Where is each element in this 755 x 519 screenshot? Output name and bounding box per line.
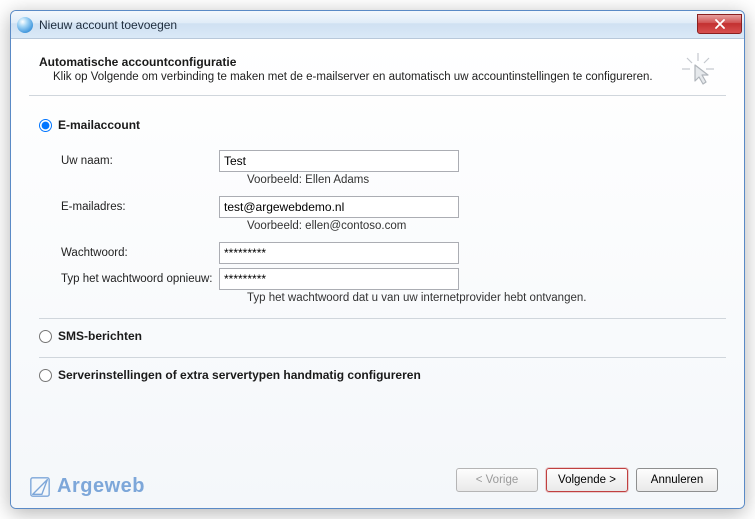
password-hint: Typ het wachtwoord dat u van uw internet… — [39, 292, 726, 304]
header-block: Automatische accountconfiguratie Klik op… — [29, 49, 726, 96]
divider — [39, 318, 726, 319]
email-input[interactable] — [219, 196, 459, 218]
content-area: Automatische accountconfiguratie Klik op… — [11, 39, 744, 508]
email-label: E-mailadres: — [39, 201, 219, 213]
close-button[interactable] — [697, 14, 742, 34]
window-title: Nieuw account toevoegen — [39, 18, 697, 32]
option-sms-radio[interactable] — [39, 330, 52, 343]
name-input[interactable] — [219, 150, 459, 172]
globe-icon — [17, 17, 33, 33]
close-icon — [715, 19, 725, 29]
back-button: < Vorige — [456, 468, 538, 492]
name-hint: Voorbeeld: Ellen Adams — [39, 174, 726, 186]
option-email-label: E-mailaccount — [58, 118, 140, 132]
page-subtitle: Klik op Volgende om verbinding te maken … — [39, 71, 726, 83]
form-area: E-mailaccount Uw naam: Voorbeeld: Ellen … — [29, 114, 726, 458]
password-label: Wachtwoord: — [39, 247, 219, 259]
option-manual-label: Serverinstellingen of extra servertypen … — [58, 368, 421, 382]
next-button[interactable]: Volgende > — [546, 468, 628, 492]
option-email-row[interactable]: E-mailaccount — [39, 118, 726, 132]
option-manual-row[interactable]: Serverinstellingen of extra servertypen … — [39, 368, 726, 382]
password2-label: Typ het wachtwoord opnieuw: — [39, 273, 219, 285]
divider — [39, 357, 726, 358]
option-manual-radio[interactable] — [39, 369, 52, 382]
dialog-window: Nieuw account toevoegen Automatische acc… — [10, 10, 745, 509]
cursor-sparkle-icon — [680, 51, 716, 87]
titlebar: Nieuw account toevoegen — [11, 11, 744, 39]
cancel-button[interactable]: Annuleren — [636, 468, 718, 492]
brand: Argeweb — [29, 475, 145, 498]
brand-logo-icon — [29, 476, 51, 498]
option-sms-row[interactable]: SMS-berichten — [39, 329, 726, 343]
email-hint: Voorbeeld: ellen@contoso.com — [39, 220, 726, 232]
option-sms-label: SMS-berichten — [58, 329, 142, 343]
page-title: Automatische accountconfiguratie — [39, 55, 726, 69]
brand-text: Argeweb — [57, 475, 145, 498]
name-label: Uw naam: — [39, 155, 219, 167]
footer: Argeweb < Vorige Volgende > Annuleren — [29, 458, 726, 502]
option-email-radio[interactable] — [39, 119, 52, 132]
password-input[interactable] — [219, 242, 459, 264]
password2-input[interactable] — [219, 268, 459, 290]
